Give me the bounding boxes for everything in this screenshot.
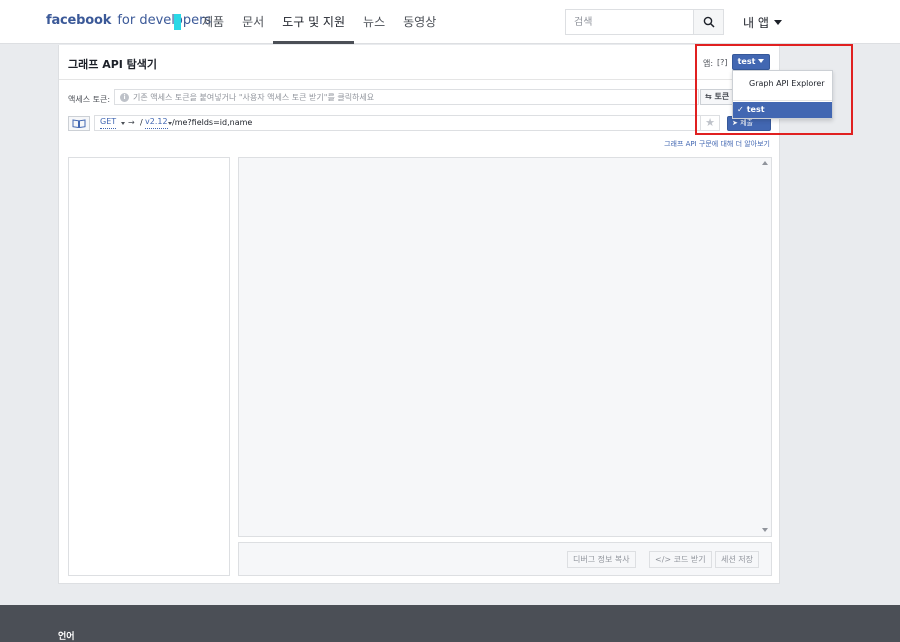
dropdown-divider: [733, 100, 832, 101]
search-input[interactable]: [566, 10, 694, 34]
brand-mark-icon: [174, 14, 181, 30]
info-icon: i: [120, 93, 129, 102]
caret-down-icon: [758, 59, 765, 63]
access-token-input[interactable]: [133, 90, 693, 104]
app-help-link[interactable]: [?]: [717, 58, 728, 67]
path-separator: /: [140, 118, 143, 127]
nav-videos[interactable]: 동영상: [394, 0, 445, 44]
dropdown-item-label: test: [746, 105, 765, 114]
dropdown-item-graph-api-explorer[interactable]: Graph API Explorer: [733, 77, 832, 91]
version-select[interactable]: v2.12: [145, 116, 168, 129]
search-box: [565, 9, 724, 35]
facebook-for-developers-logo[interactable]: facebook for developers: [46, 13, 211, 28]
app-dropdown-menu: Graph API Explorer ✓ test: [732, 70, 833, 119]
result-pane[interactable]: [238, 157, 772, 537]
main-nav: 제품 문서 도구 및 지원 뉴스 동영상: [193, 0, 445, 44]
brand-primary: facebook: [46, 13, 112, 28]
field-tree-pane[interactable]: [68, 157, 230, 576]
nav-news[interactable]: 뉴스: [354, 0, 394, 44]
copy-debug-button[interactable]: 디버그 정보 복사: [567, 551, 636, 568]
get-token-button[interactable]: ⇆ 토큰 받기: [700, 89, 736, 105]
app-select-button[interactable]: test: [732, 54, 770, 70]
caret-down-icon: [773, 20, 782, 25]
dropdown-item-test[interactable]: ✓ test: [733, 102, 832, 118]
footer: 언어: [0, 605, 900, 642]
star-icon[interactable]: ★: [700, 115, 720, 131]
footer-language-heading: 언어: [58, 632, 75, 642]
get-code-button[interactable]: </> 코드 받기: [649, 551, 712, 568]
nav-tools-support[interactable]: 도구 및 지원: [273, 0, 354, 44]
access-token-field: i: [114, 89, 699, 105]
access-token-label: 액세스 토큰:: [68, 95, 111, 104]
scroll-down-icon[interactable]: [762, 528, 768, 532]
app-selected-label: test: [737, 57, 756, 66]
page-title: 그래프 API 탐색기: [68, 58, 158, 71]
docs-button[interactable]: [68, 116, 90, 131]
query-field[interactable]: GET → / v2.12 /me?fields=id,name: [94, 115, 719, 131]
action-bar: 디버그 정보 복사 </> 코드 받기 세션 저장: [238, 542, 772, 576]
learn-more-link[interactable]: 그래프 API 구문에 대해 더 알아보기: [664, 139, 770, 149]
graph-api-explorer-panel: 그래프 API 탐색기 앱: [?] test 액세스 토큰: i ⇆ 토큰 받…: [58, 45, 780, 584]
book-icon: [72, 119, 86, 128]
check-icon: ✓: [737, 105, 744, 114]
arrow-icon: →: [128, 118, 135, 127]
my-apps-label: 내 앱: [743, 16, 769, 30]
search-icon: [703, 16, 715, 28]
query-path[interactable]: /me?fields=id,name: [172, 116, 252, 130]
scroll-up-icon[interactable]: [762, 161, 768, 165]
method-select[interactable]: GET: [100, 116, 117, 129]
nav-products[interactable]: 제품: [193, 0, 233, 44]
save-session-button[interactable]: 세션 저장: [715, 551, 759, 568]
search-button[interactable]: [693, 10, 723, 34]
nav-docs[interactable]: 문서: [233, 0, 273, 44]
caret-down-icon: [121, 122, 125, 125]
top-navigation-bar: facebook for developers 제품 문서 도구 및 지원 뉴스…: [0, 0, 900, 44]
app-label: 앱:: [703, 59, 714, 68]
my-apps-menu[interactable]: 내 앱: [743, 14, 782, 31]
divider: [59, 79, 779, 80]
